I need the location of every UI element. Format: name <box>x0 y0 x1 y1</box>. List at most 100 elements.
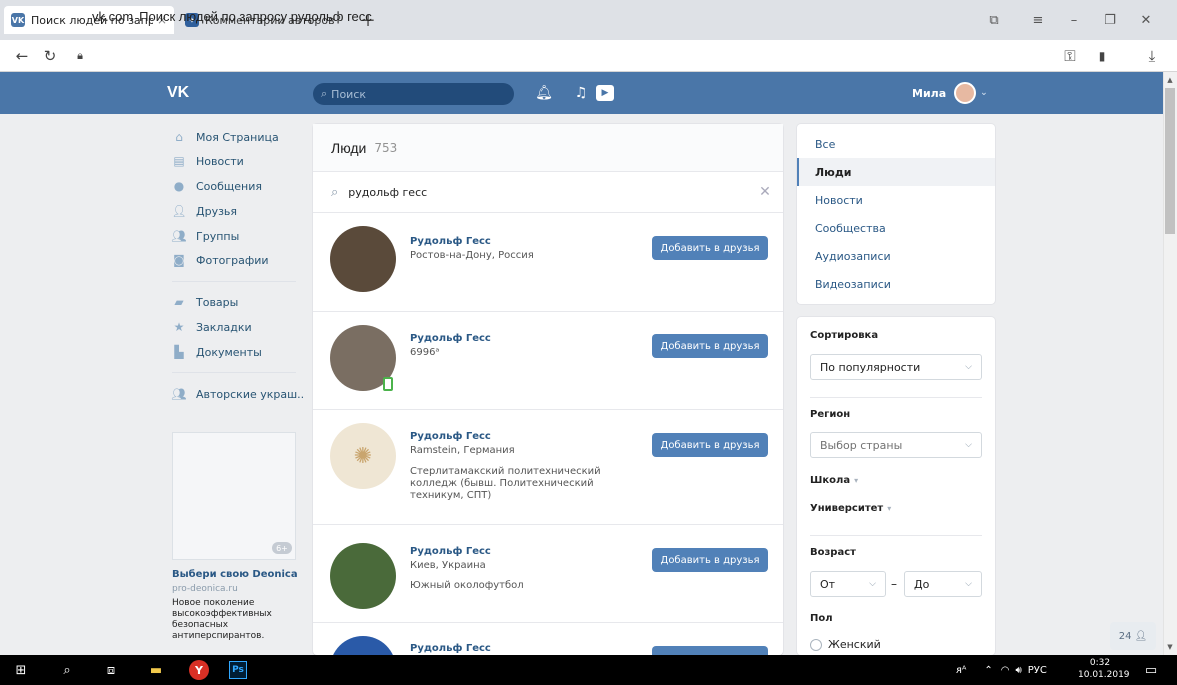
notifications-bell-icon[interactable]: 🔔︎ <box>535 83 553 103</box>
add-friend-button[interactable]: Добавить в друзья <box>652 433 768 457</box>
section-all[interactable]: Все <box>797 130 995 158</box>
yandex-browser-icon[interactable]: Y <box>189 660 209 680</box>
music-icon[interactable]: ♫ <box>572 83 590 103</box>
country-placeholder: Выбор страны <box>820 438 903 452</box>
ad-image[interactable] <box>172 432 296 560</box>
sidebar-item-messages[interactable]: ● Сообщения <box>172 175 262 197</box>
person-name[interactable]: Рудольф Гесс <box>410 546 491 557</box>
volume-icon[interactable]: 🔊︎ <box>1015 665 1021 676</box>
chevron-down-icon: ⌵ <box>965 440 972 450</box>
add-friend-button[interactable]: Добавить в друзья <box>652 236 768 260</box>
sidebar-item-friends[interactable]: 👤︎ Друзья <box>171 200 237 222</box>
vk-logo[interactable]: VK <box>167 82 213 104</box>
age-to-select[interactable]: До ⌵ <box>904 571 982 597</box>
taskbar-clock[interactable]: 0:32 10.01.2019 <box>1078 657 1130 681</box>
add-friend-button[interactable]: Добавить в друзья <box>652 548 768 572</box>
chevron-down-icon: ▾ <box>887 504 892 513</box>
chevron-down-icon: ⌵ <box>965 362 972 372</box>
search-input[interactable]: ⌕ Поиск <box>313 83 514 105</box>
section-communities[interactable]: Сообщества <box>797 214 995 242</box>
age-from-select[interactable]: От ⌵ <box>810 571 886 597</box>
sidebar-item-label: Фотографии <box>196 253 269 267</box>
task-view-icon[interactable]: ⧈ <box>100 659 122 681</box>
person-name[interactable]: Рудольф Гесс <box>410 236 491 247</box>
filter-divider <box>810 535 982 536</box>
region-label: Регион <box>810 409 851 420</box>
back-icon[interactable]: ← <box>10 44 34 68</box>
restore-icon[interactable]: ❐ <box>1096 8 1124 32</box>
chevron-down-icon: ⌵ <box>869 579 876 589</box>
minimize-icon[interactable]: – <box>1060 8 1088 32</box>
person-info: 6996ᵃ <box>410 347 440 358</box>
person-name[interactable]: Рудольф Гесс <box>410 333 491 344</box>
sun-emblem-avatar[interactable]: ✺ <box>330 423 396 489</box>
user-tray-icon[interactable]: ᴙᴬ <box>956 665 966 676</box>
bookmark-icon[interactable]: ▮ <box>1090 44 1114 68</box>
file-explorer-icon[interactable]: ▬ <box>145 659 167 681</box>
sidebar-item-bookmarks[interactable]: ★ Закладки <box>172 316 252 338</box>
sidebar-item-documents[interactable]: ▙ Документы <box>172 341 261 363</box>
avatar[interactable] <box>330 226 396 292</box>
url-domain: vk.com <box>92 8 134 24</box>
person-location: Ramstein, Германия <box>410 445 515 456</box>
sidebar-item-news[interactable]: ▤ Новости <box>172 150 244 172</box>
photos-icon: ◙ <box>173 253 185 267</box>
scrollbar-thumb[interactable] <box>1165 88 1175 234</box>
password-key-icon[interactable]: ⚿ <box>1058 44 1082 68</box>
scroll-up-icon[interactable]: ▲ <box>1163 74 1177 86</box>
windows-start-icon[interactable]: ⊞ <box>10 659 32 681</box>
clock-time: 0:32 <box>1089 658 1111 668</box>
sidebar-item-group-jewelry[interactable]: 👥︎ Авторские украш.. <box>171 383 304 405</box>
notifications-icon[interactable]: ▭ <box>1140 659 1162 681</box>
person-education[interactable]: Стерлитамакский политехнический колледж … <box>410 466 625 502</box>
sidebar-item-groups[interactable]: 👥︎ Группы <box>171 225 239 247</box>
school-filter[interactable]: Школа ▾ <box>810 475 858 486</box>
search-icon[interactable]: ⌕ <box>56 659 78 681</box>
avatar <box>954 82 977 104</box>
person-name[interactable]: Рудольф Гесс <box>410 431 491 442</box>
sort-label: Сортировка <box>810 330 879 341</box>
menu-icon[interactable]: ≡ <box>1024 8 1052 32</box>
url-field[interactable]: vk.com Поиск людей по запросу рудольф ге… <box>92 6 372 26</box>
sidebar-item-label: Сообщения <box>196 179 263 193</box>
download-icon[interactable]: ⤓ <box>1140 44 1164 68</box>
search-icon: ⌕ <box>331 185 339 200</box>
clock-date: 10.01.2019 <box>1078 670 1130 680</box>
country-select[interactable]: Выбор страны ⌵ <box>810 432 982 458</box>
photoshop-icon[interactable]: Ps <box>229 661 247 679</box>
bookmarks-panel-icon[interactable]: ⧉ <box>980 8 1008 32</box>
scroll-down-icon[interactable]: ▼ <box>1163 641 1177 653</box>
gender-female-radio[interactable]: Женский <box>810 638 881 651</box>
online-friends-badge[interactable]: 24 👤︎ <box>1110 622 1156 650</box>
ad-title[interactable]: Выбери свою Deonica <box>172 569 298 580</box>
sidebar-item-photos[interactable]: ◙ Фотографии <box>172 249 269 271</box>
section-people[interactable]: Люди <box>797 158 995 186</box>
university-filter[interactable]: Университет ▾ <box>810 503 891 514</box>
query-bar[interactable]: ⌕ рудольф гесс <box>313 173 783 213</box>
ad-site[interactable]: pro-deonica.ru <box>172 584 238 594</box>
person-name[interactable]: Рудольф Гесс <box>410 643 491 654</box>
add-friend-button[interactable]: Добавить в друзья <box>652 334 768 358</box>
chevron-up-icon[interactable]: ⌃ <box>984 665 992 676</box>
reload-icon[interactable]: ↻ <box>38 44 62 68</box>
section-video[interactable]: Видеозаписи <box>797 270 995 298</box>
network-icon[interactable]: ◠ <box>1001 665 1010 676</box>
search-icon: ⌕ <box>321 87 328 100</box>
section-audio[interactable]: Аудиозаписи <box>797 242 995 270</box>
close-window-icon[interactable]: ✕ <box>1132 8 1160 32</box>
language-indicator[interactable]: РУС <box>1028 665 1047 676</box>
section-news[interactable]: Новости <box>797 186 995 214</box>
ad-text: Новое поколение высокоэффективных безопа… <box>172 598 272 641</box>
sidebar-item-my-page[interactable]: ⌂ Моя Страница <box>172 126 279 148</box>
filter-divider <box>810 397 982 398</box>
play-icon[interactable]: ▶ <box>596 85 614 101</box>
mobile-online-icon <box>383 377 393 391</box>
online-friends-count: 24 <box>1118 630 1132 642</box>
sidebar-item-goods[interactable]: ▰ Товары <box>172 291 238 313</box>
home-icon: ⌂ <box>175 130 183 144</box>
user-menu[interactable]: Мила ⌄ <box>912 80 992 106</box>
sort-select[interactable]: По популярности ⌵ <box>810 354 982 380</box>
age-to-value: До <box>914 577 930 591</box>
clear-search-icon[interactable]: ✕ <box>757 183 773 201</box>
avatar[interactable] <box>330 543 396 609</box>
